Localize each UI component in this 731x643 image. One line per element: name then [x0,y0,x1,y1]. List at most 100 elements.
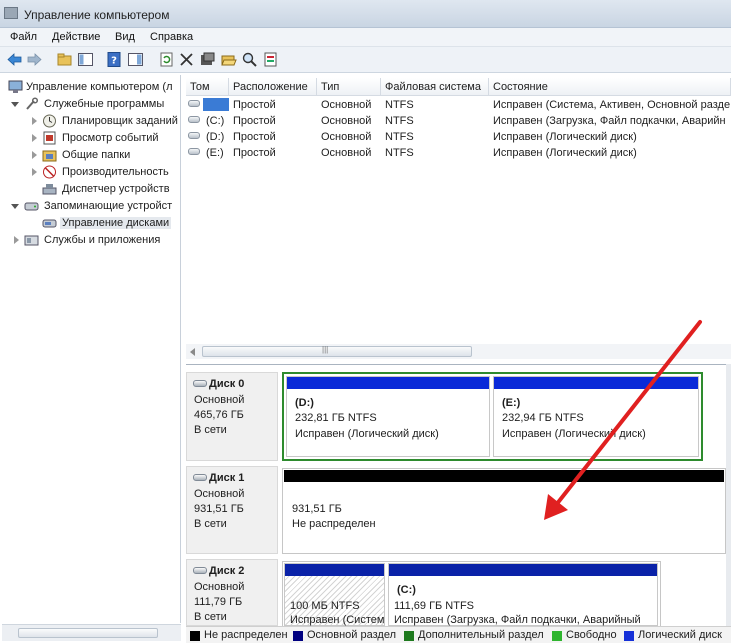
table-row[interactable]: (D:) Простой Основной NTFS Исправен (Лог… [186,129,731,145]
shared-folder-icon [42,148,57,162]
disk-kind: Основной [194,394,245,406]
legend-swatch [293,631,303,641]
disk-1-partitions: 931,51 ГБ Не распределен [282,468,726,554]
partition-size: 232,81 ГБ NTFS [295,412,377,424]
menu-action[interactable]: Действие [52,31,100,43]
volume-table-header: Том Расположение Тип Файловая система Со… [186,78,731,96]
column-header-type[interactable]: Тип [317,78,381,96]
disk-icon [193,380,207,387]
disk-icon [193,567,207,574]
cell-layout: Простой [233,115,276,127]
table-horizontal-scrollbar[interactable]: ||| [186,344,731,359]
drive-icon [188,100,200,107]
collapsed-arrow-icon[interactable] [32,117,37,125]
disk-0-partitions: (D:) 232,81 ГБ NTFS Исправен (Логический… [282,372,703,461]
column-header-filesystem[interactable]: Файловая система [381,78,489,96]
clock-icon [42,114,57,128]
partition-c[interactable]: (C:) 111,69 ГБ NTFS Исправен (Загрузка, … [388,563,658,626]
partition-e[interactable]: (E:) 232,94 ГБ NTFS Исправен (Логический… [493,376,699,457]
tree-item-label: Управление компьютером (л [26,81,173,93]
unallocated-space[interactable]: 931,51 ГБ Не распределен [284,470,724,552]
cell-filesystem: NTFS [385,147,414,159]
open-icon[interactable] [220,51,237,68]
column-header-layout[interactable]: Расположение [229,78,317,96]
partition-size: 100 МБ NTFS [290,600,360,612]
search-icon[interactable] [241,51,258,68]
disk-size: 465,76 ГБ [194,409,244,421]
cell-status: Исправен (Логический диск) [493,131,637,143]
legend-swatch [190,631,200,641]
partition-status: Исправен (Систем [290,614,385,626]
legend-label: Логический диск [638,629,722,641]
legend-bar: Не распределен Основной раздел Дополните… [186,626,731,643]
forward-icon[interactable] [26,51,43,68]
legend-label: Основной раздел [307,629,396,641]
partition-title: (D:) [295,397,314,409]
menu-help[interactable]: Справка [150,31,193,43]
cell-type: Основной [321,115,372,127]
export-icon[interactable] [262,51,279,68]
cell-volume: (E:) [206,147,224,159]
tree-item-label: Запоминающие устройст [44,200,173,212]
tree-item-label: Управление дисками [60,217,172,229]
partition-system-reserved[interactable]: 100 МБ NTFS Исправен (Систем [284,563,385,626]
disk-1-label[interactable]: Диск 1 Основной 931,51 ГБ В сети [186,466,278,554]
expanded-arrow-icon[interactable] [11,204,19,209]
refresh-icon[interactable] [158,51,175,68]
up-folder-icon[interactable] [56,51,73,68]
partition-title: (C:) [397,584,416,596]
scroll-left-icon[interactable] [190,348,195,356]
tree-item-label: Просмотр событий [62,132,159,144]
disk-map-vertical-scrollbar[interactable] [726,364,731,626]
expanded-arrow-icon[interactable] [11,102,19,107]
legend-label: Дополнительный раздел [418,629,544,641]
disk-2-label[interactable]: Диск 2 Основной 111,79 ГБ В сети [186,559,278,626]
cell-volume: (D:) [206,131,225,143]
menu-view[interactable]: Вид [115,31,135,43]
column-header-status[interactable]: Состояние [489,78,731,96]
collapsed-arrow-icon[interactable] [32,151,37,159]
disk-2-partitions: 100 МБ NTFS Исправен (Систем (C:) 111,69… [282,561,661,626]
partition-size: 111,69 ГБ NTFS [394,600,475,612]
cell-type: Основной [321,131,372,143]
disk-name: Диск 0 [209,378,245,390]
back-icon[interactable] [6,51,23,68]
collapsed-arrow-icon[interactable] [32,134,37,142]
console-tree-icon[interactable] [77,51,94,68]
disk-0-label[interactable]: Диск 0 Основной 465,76 ГБ В сети [186,372,278,461]
disk-state: В сети [194,424,227,436]
tree-item-label: Общие папки [62,149,131,161]
table-row[interactable]: (E:) Простой Основной NTFS Исправен (Лог… [186,145,731,161]
legend-swatch [624,631,634,641]
help-icon[interactable]: ? [106,51,123,68]
legend-label: Свободно [566,629,617,641]
collapsed-arrow-icon[interactable] [32,168,37,176]
show-hide-icon[interactable] [127,51,144,68]
computer-icon [8,80,23,94]
drive-icon [188,148,200,155]
delete-icon[interactable] [178,51,195,68]
window-title: Управление компьютером [24,8,170,22]
properties-icon[interactable] [199,51,216,68]
tree-item-label: Службы и приложения [44,234,161,246]
collapsed-arrow-icon[interactable] [14,236,19,244]
drive-icon [188,132,200,139]
performance-icon [42,165,57,179]
tree-horizontal-scrollbar[interactable] [2,624,181,641]
partition-size: 931,51 ГБ [292,503,342,515]
partition-status: Не распределен [292,518,376,530]
scrollbar-thumb[interactable] [18,628,158,638]
toolbar: ? [0,47,731,73]
column-header-volume[interactable]: Том [186,78,229,96]
disk-name: Диск 2 [209,565,245,577]
logical-drive-bar [287,377,489,389]
disk-management-icon [42,216,57,230]
cell-filesystem: NTFS [385,115,414,127]
table-row[interactable]: (C:) Простой Основной NTFS Исправен (Заг… [186,113,731,129]
scrollbar-thumb[interactable] [202,346,472,357]
partition-d[interactable]: (D:) 232,81 ГБ NTFS Исправен (Логический… [286,376,490,457]
table-row[interactable]: Простой Основной NTFS Исправен (Система,… [186,97,731,113]
menu-file[interactable]: Файл [10,31,37,43]
cell-status: Исправен (Логический диск) [493,147,637,159]
legend-swatch [552,631,562,641]
